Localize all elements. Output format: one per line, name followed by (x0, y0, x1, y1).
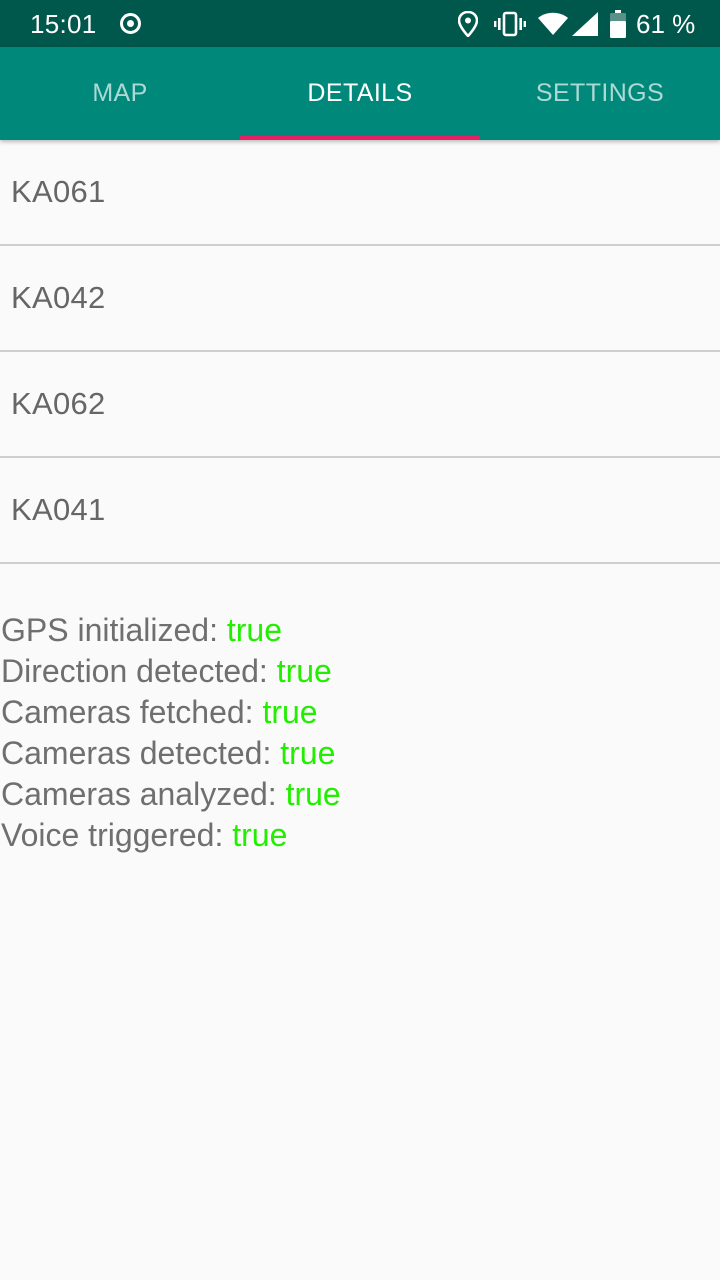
camera-list-item[interactable]: KA041 (0, 458, 720, 564)
status-label: Cameras analyzed: (1, 776, 286, 812)
camera-list: KA061 KA042 KA062 KA041 (0, 140, 720, 564)
status-line-voice: Voice triggered: true (1, 815, 341, 856)
status-line-gps: GPS initialized: true (1, 610, 341, 651)
vibrate-icon (494, 11, 526, 37)
battery-percent: 61 % (636, 9, 696, 39)
status-value: true (232, 817, 288, 853)
status-time: 15:01 (30, 9, 97, 39)
camera-list-item[interactable]: KA042 (0, 246, 720, 352)
status-label: Voice triggered: (1, 817, 233, 853)
tab-map[interactable]: MAP (0, 47, 240, 140)
status-label: Direction detected: (1, 653, 277, 689)
camera-list-item[interactable]: KA062 (0, 352, 720, 458)
tab-settings[interactable]: SETTINGS (480, 47, 720, 140)
signal-icon (572, 12, 598, 36)
status-bar: 15:01 61 % (0, 0, 720, 47)
status-line-detected: Cameras detected: true (1, 733, 341, 774)
battery-icon (610, 10, 626, 38)
location-icon (458, 11, 478, 37)
status-line-fetched: Cameras fetched: true (1, 692, 341, 733)
status-label: Cameras fetched: (1, 694, 263, 730)
wifi-icon (538, 12, 568, 36)
status-value: true (226, 612, 283, 648)
status-value: true (276, 653, 332, 689)
status-panel: GPS initialized: true Direction detected… (1, 610, 341, 856)
status-label: GPS initialized: (1, 612, 227, 648)
status-line-direction: Direction detected: true (1, 651, 341, 692)
status-line-analyzed: Cameras analyzed: true (1, 774, 341, 815)
sync-icon (120, 13, 141, 34)
status-value: true (285, 776, 341, 812)
status-value: true (280, 735, 336, 771)
tab-details[interactable]: DETAILS (240, 47, 480, 140)
tab-bar: MAP DETAILS SETTINGS (0, 47, 720, 140)
status-value: true (262, 694, 318, 730)
status-label: Cameras detected: (1, 735, 281, 771)
camera-list-item[interactable]: KA061 (0, 140, 720, 246)
